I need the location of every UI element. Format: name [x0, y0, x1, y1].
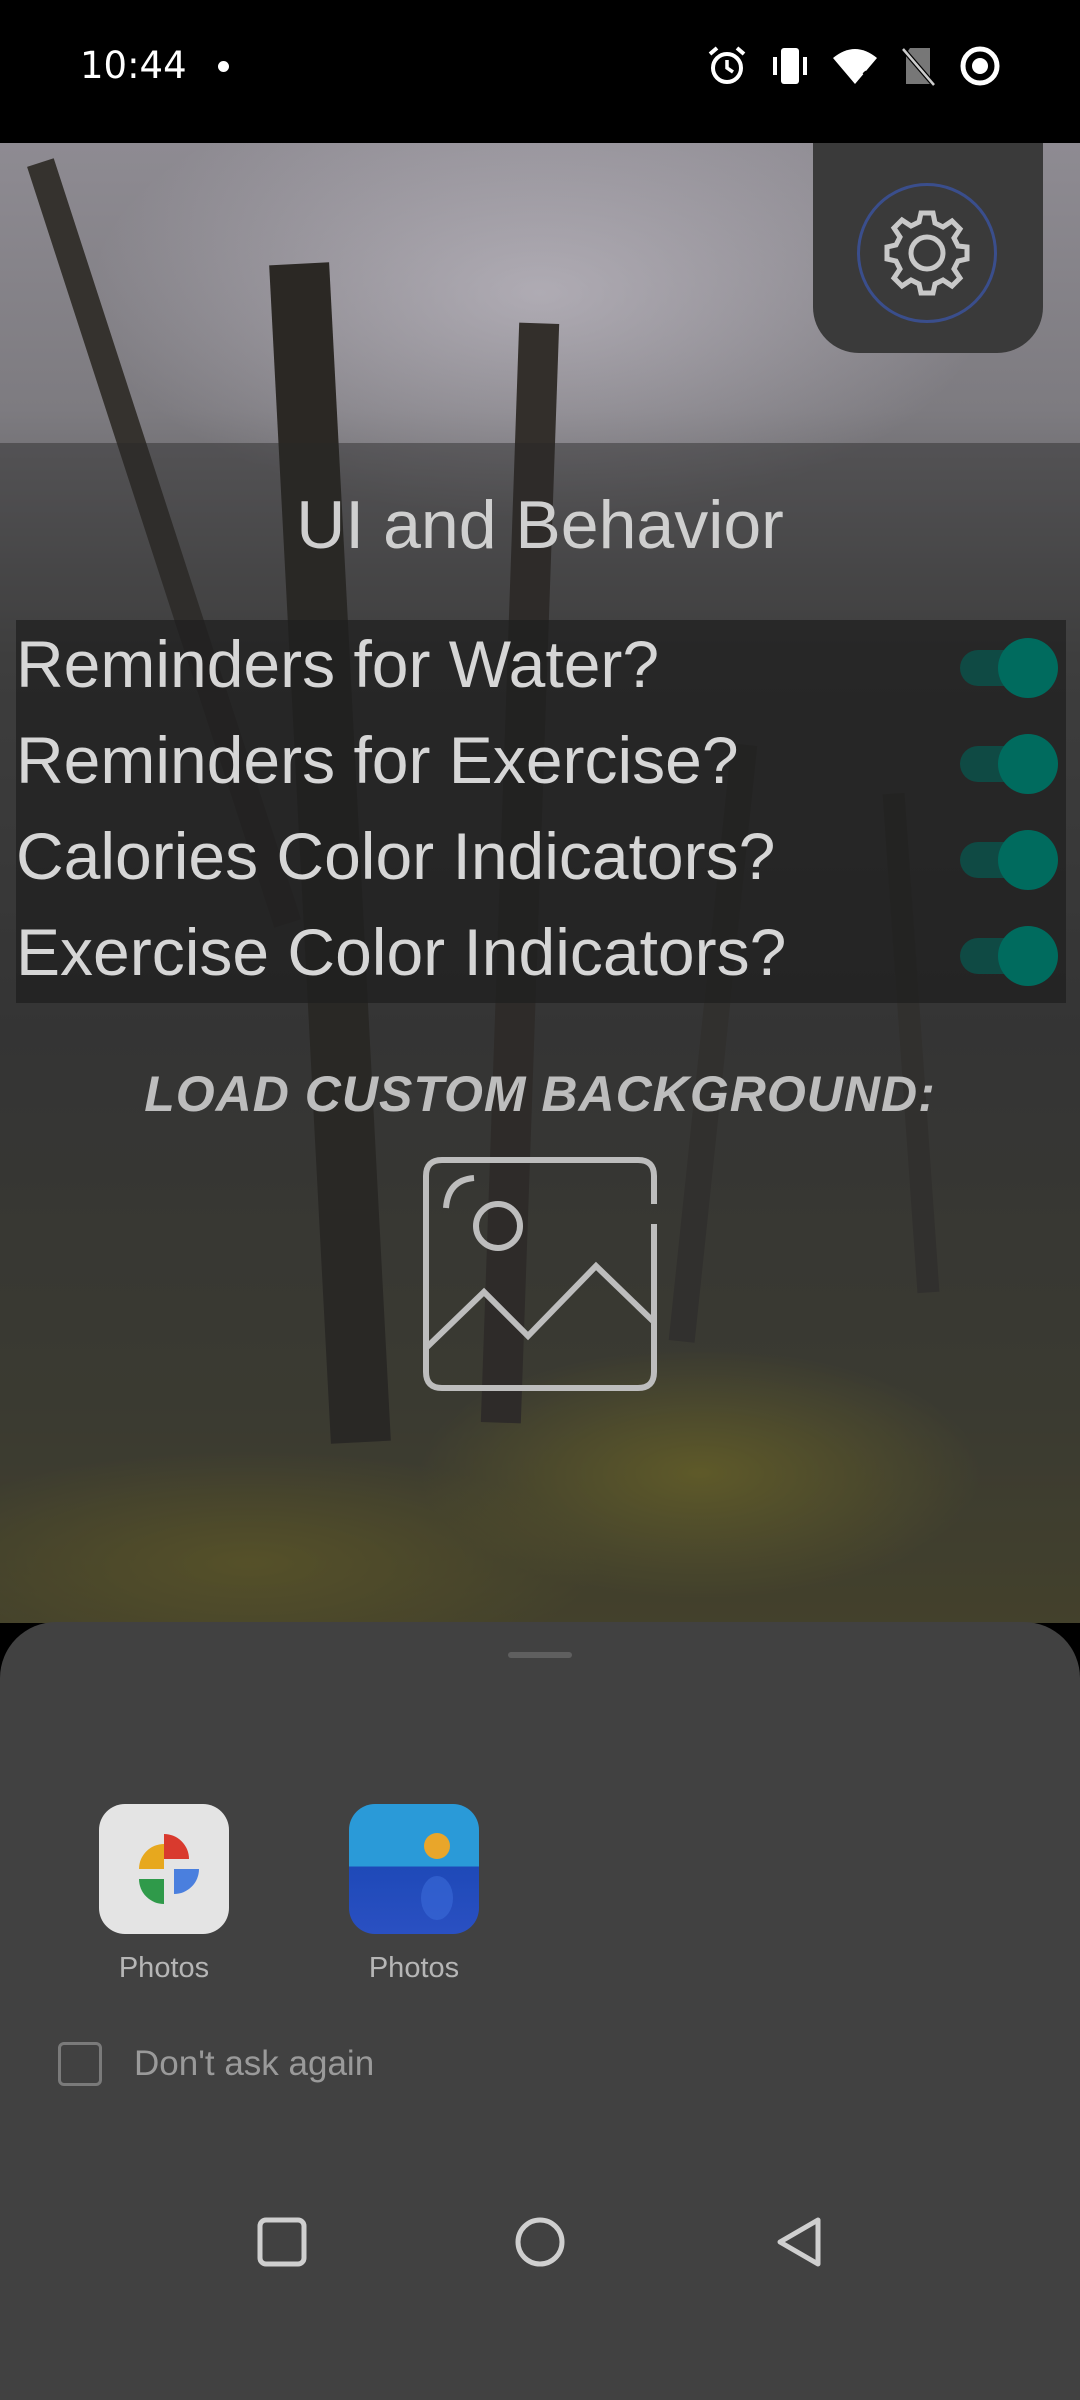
vibrate-icon: [770, 45, 810, 92]
app-option-google-photos[interactable]: Photos: [54, 1804, 274, 1985]
dont-ask-again-label: Don't ask again: [134, 2044, 375, 2083]
no-sim-icon: [900, 45, 936, 92]
section-title: UI and Behavior: [296, 487, 784, 563]
exercise-reminder-row: Reminders for Exercise?: [16, 716, 1066, 810]
sheet-drag-handle[interactable]: [508, 1652, 572, 1658]
recents-button[interactable]: [252, 2212, 312, 2272]
gear-icon: [884, 210, 970, 296]
dont-ask-again-checkbox[interactable]: [58, 2042, 102, 2086]
notification-dot-icon: [218, 61, 229, 72]
app-option-gallery-photos[interactable]: Photos: [304, 1804, 524, 1985]
app-label: Photos: [368, 1952, 460, 1984]
back-button[interactable]: [768, 2212, 828, 2272]
alarm-icon: [706, 45, 748, 92]
wifi-icon: [832, 46, 878, 91]
calories-color-row: Calories Color Indicators?: [16, 812, 1066, 906]
toggle-label: Calories Color Indicators?: [16, 819, 776, 893]
toggle-label: Reminders for Exercise?: [16, 723, 739, 797]
back-triangle-icon: [777, 2217, 821, 2267]
load-background-label: LOAD CUSTOM BACKGROUND:: [144, 1066, 936, 1122]
toggle-list: Reminders for Water? Reminders for Exerc…: [16, 620, 1066, 1003]
status-time: 10:44: [80, 44, 187, 87]
settings-panel: [813, 143, 1043, 353]
dont-ask-again-row[interactable]: Don't ask again: [58, 2042, 374, 2086]
toggle-label: Reminders for Water?: [16, 627, 660, 701]
data-saver-icon: [958, 44, 1002, 93]
image-placeholder-icon[interactable]: [418, 1152, 662, 1401]
navigation-bar: [0, 2160, 1080, 2320]
circle-icon: [515, 2217, 565, 2267]
water-reminder-row: Reminders for Water?: [16, 620, 1066, 714]
exercise-color-row: Exercise Color Indicators?: [16, 908, 1066, 1002]
google-photos-icon: [99, 1804, 229, 1934]
status-icons: [706, 42, 1002, 94]
gallery-photos-icon: [349, 1804, 479, 1934]
settings-button[interactable]: [857, 183, 997, 323]
home-button[interactable]: [510, 2212, 570, 2272]
status-bar: 10:44: [0, 0, 1080, 143]
toggle-label: Exercise Color Indicators?: [16, 915, 787, 989]
square-icon: [257, 2217, 307, 2267]
app-label: Photos: [118, 1952, 210, 1984]
